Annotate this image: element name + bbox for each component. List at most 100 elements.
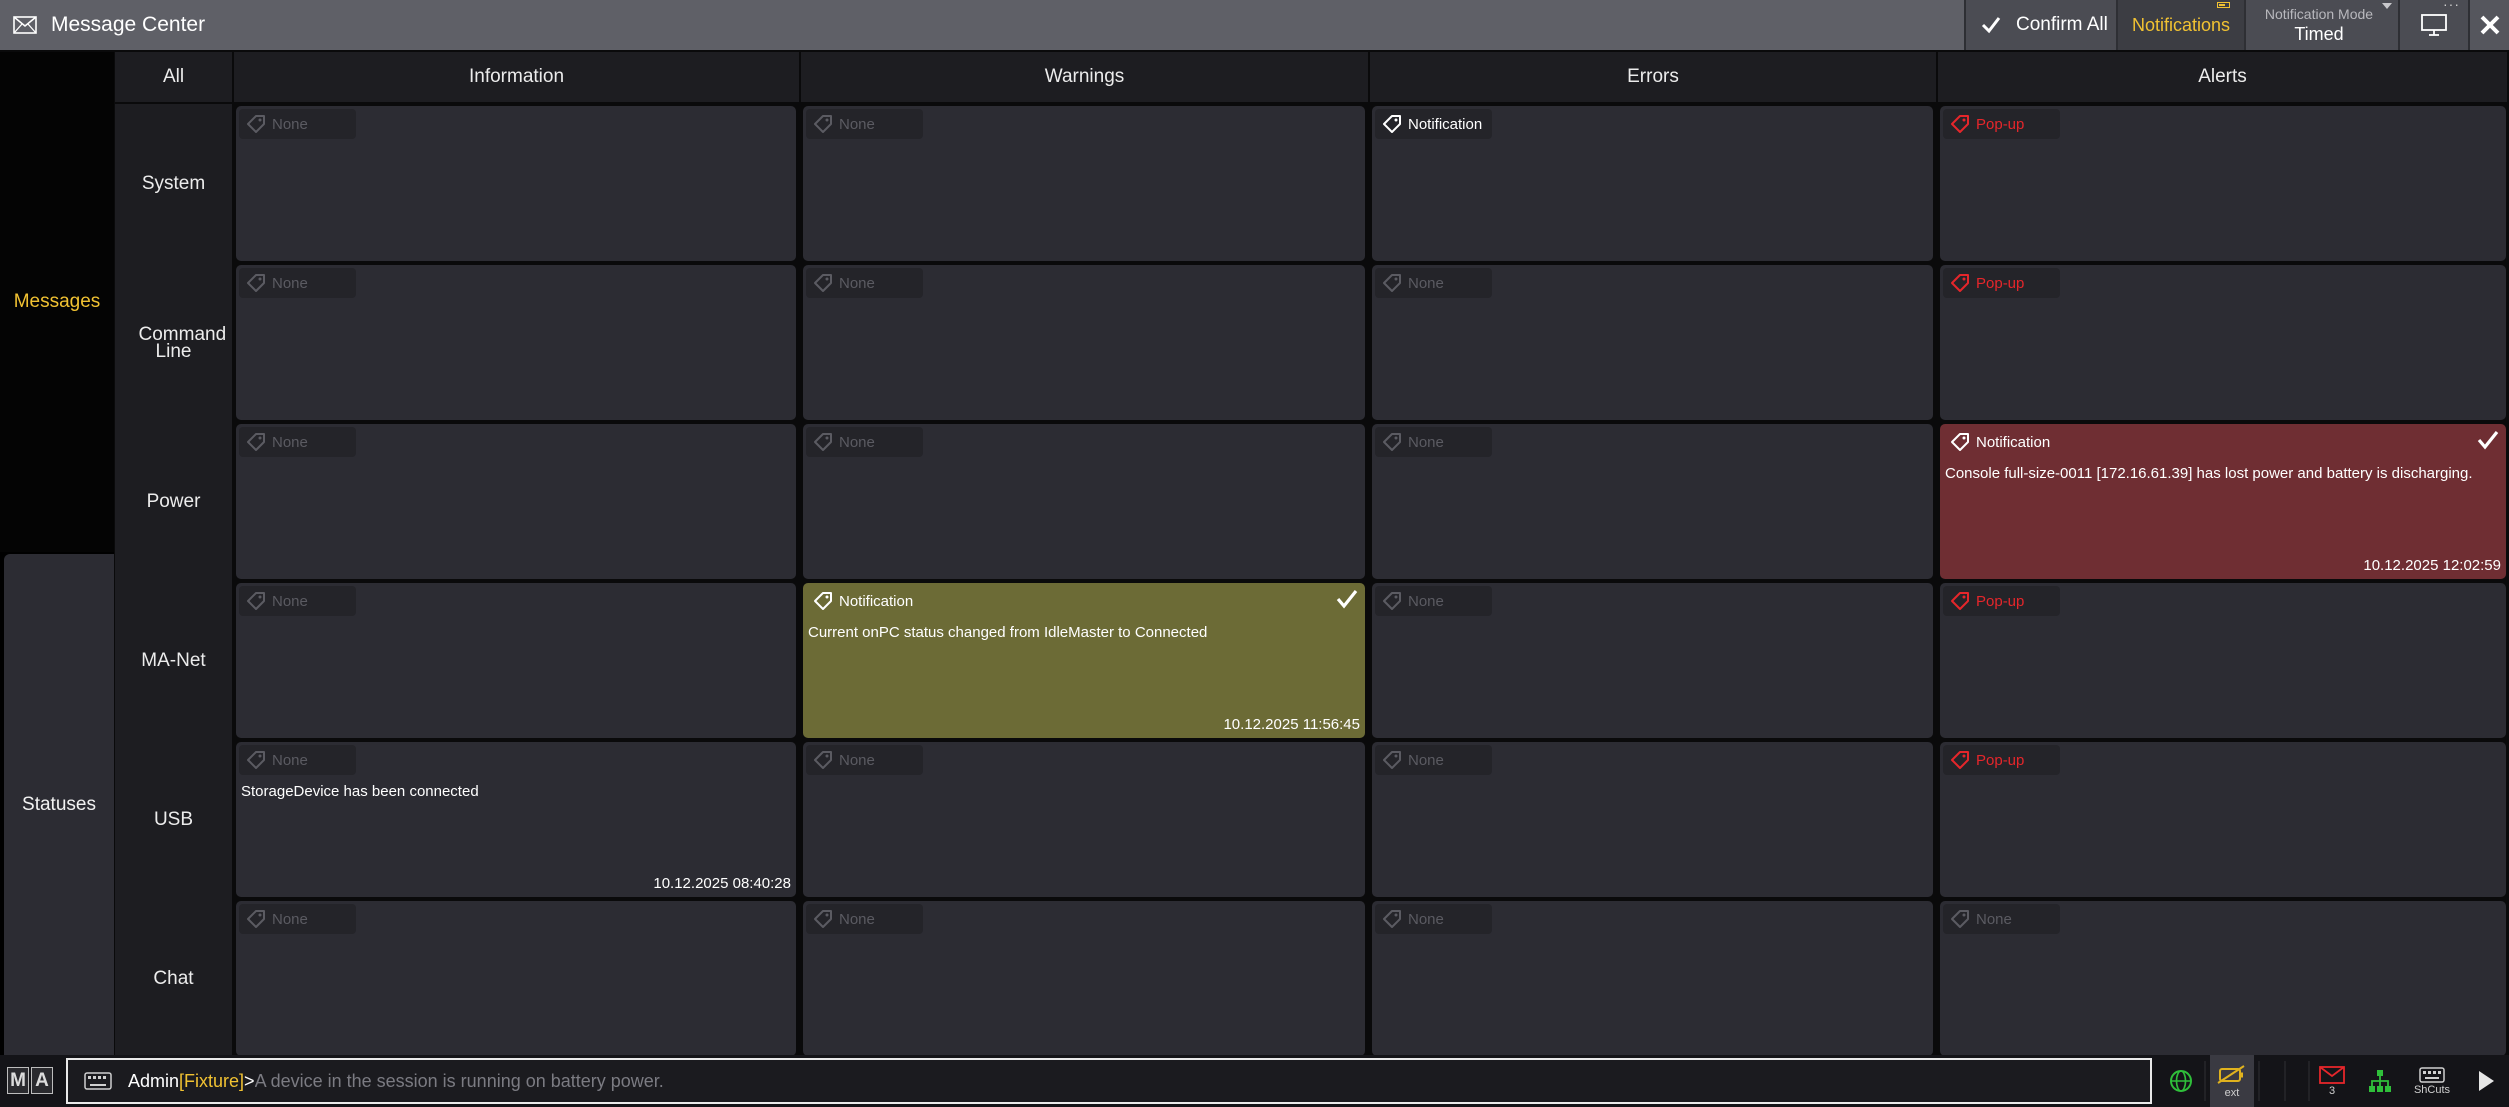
message-cell-warnings[interactable]: None xyxy=(803,106,1365,261)
message-cell-errors[interactable]: Notification xyxy=(1372,106,1933,261)
play-button[interactable] xyxy=(2466,1055,2506,1107)
notification-type-tag[interactable]: None xyxy=(806,745,923,775)
confirm-all-button[interactable]: Confirm All xyxy=(1964,0,2116,50)
notification-type-tag[interactable]: None xyxy=(239,268,356,298)
row-header-system[interactable]: System xyxy=(115,104,232,263)
tag-icon xyxy=(1383,274,1401,292)
message-cell-errors[interactable]: None xyxy=(1372,424,1933,579)
checkmark-icon[interactable] xyxy=(1335,587,1359,611)
network-tree-icon xyxy=(2369,1070,2391,1092)
message-cell-errors[interactable]: None xyxy=(1372,583,1933,738)
checkmark-icon[interactable] xyxy=(2476,428,2500,452)
row-header-command-line[interactable]: Command Line xyxy=(115,263,232,422)
message-cell-information[interactable]: None xyxy=(236,265,796,420)
globe-icon xyxy=(2170,1070,2192,1092)
message-grid: All Information Warnings Errors Alerts System… xyxy=(115,52,2509,1058)
message-cell-information[interactable]: None StorageDevice has been connected 10.1… xyxy=(236,742,796,897)
row-header-power[interactable]: Power xyxy=(115,422,232,581)
nav-statuses-tab[interactable]: Statuses xyxy=(4,554,114,1055)
battery-status-button[interactable]: ext xyxy=(2210,1055,2254,1107)
column-header-errors[interactable]: Errors xyxy=(1370,52,1938,102)
tag-icon xyxy=(1951,751,1969,769)
notification-type-label: None xyxy=(272,592,308,610)
message-cell-warnings[interactable]: None xyxy=(803,742,1365,897)
row-header-label: System xyxy=(141,173,206,194)
tag-icon xyxy=(247,751,265,769)
message-cell-alerts[interactable]: None xyxy=(1940,901,2506,1056)
message-cell-warnings[interactable]: Notification Current onPC status changed … xyxy=(803,583,1365,738)
message-cell-alerts[interactable]: Pop-up xyxy=(1940,742,2506,897)
message-cell-alerts[interactable]: Pop-up xyxy=(1940,583,2506,738)
notification-type-tag[interactable]: None xyxy=(1375,904,1492,934)
notification-type-label: Pop-up xyxy=(1976,115,2025,133)
network-status-button[interactable] xyxy=(2362,1055,2398,1107)
messages-status-button[interactable]: 3 xyxy=(2312,1055,2352,1107)
tag-icon xyxy=(814,433,832,451)
message-cell-warnings[interactable]: None xyxy=(803,424,1365,579)
message-cell-alerts[interactable]: Notification Console full-size-0011 [172.… xyxy=(1940,424,2506,579)
notification-type-label: None xyxy=(839,274,875,292)
notification-type-tag[interactable]: Pop-up xyxy=(1943,109,2060,139)
notification-type-tag[interactable]: None xyxy=(806,427,923,457)
notification-type-tag[interactable]: Pop-up xyxy=(1943,268,2060,298)
close-button[interactable] xyxy=(2468,0,2509,50)
notification-type-tag[interactable]: None xyxy=(1375,268,1492,298)
message-cell-information[interactable]: None xyxy=(236,583,796,738)
notification-type-tag[interactable]: None xyxy=(806,268,923,298)
window-title-area: Message Center xyxy=(0,0,205,50)
notification-type-tag[interactable]: None xyxy=(239,904,356,934)
notification-mode-select[interactable]: Notification Mode Timed xyxy=(2244,0,2398,50)
shortcuts-label: ShCuts xyxy=(2413,1083,2451,1096)
message-timestamp: 10.12.2025 08:40:28 xyxy=(653,875,791,892)
column-header-all[interactable]: All xyxy=(115,52,234,102)
notification-type-tag[interactable]: None xyxy=(1375,745,1492,775)
nav-messages-label: Messages xyxy=(13,291,101,312)
notification-type-tag[interactable]: None xyxy=(239,109,356,139)
message-cell-warnings[interactable]: None xyxy=(803,265,1365,420)
tag-icon xyxy=(814,115,832,133)
notification-type-label: None xyxy=(272,274,308,292)
notification-type-tag[interactable]: None xyxy=(239,427,356,457)
notification-type-label: Notification xyxy=(1976,433,2051,451)
notification-type-tag[interactable]: Notification xyxy=(1375,109,1492,139)
keyboard-icon[interactable] xyxy=(84,1072,112,1090)
notification-type-tag[interactable]: Pop-up xyxy=(1943,745,2060,775)
message-cell-errors[interactable]: None xyxy=(1372,901,1933,1056)
column-header-alerts[interactable]: Alerts xyxy=(1938,52,2509,102)
message-cell-alerts[interactable]: Pop-up xyxy=(1940,106,2506,261)
notification-type-tag[interactable]: None xyxy=(806,904,923,934)
row-header-label: Chat xyxy=(153,968,194,989)
tag-icon xyxy=(1383,433,1401,451)
ma-logo[interactable]: M A xyxy=(7,1067,53,1094)
notification-type-tag[interactable]: None xyxy=(1375,586,1492,616)
row-header-ma-net[interactable]: MA-Net xyxy=(115,581,232,740)
monitor-icon xyxy=(2421,14,2447,36)
message-cell-warnings[interactable]: None xyxy=(803,901,1365,1056)
message-cell-information[interactable]: None xyxy=(236,424,796,579)
notification-type-tag[interactable]: Notification xyxy=(806,586,923,616)
message-cell-errors[interactable]: None xyxy=(1372,742,1933,897)
row-header-chat[interactable]: Chat xyxy=(115,899,232,1058)
nav-messages-tab[interactable]: Messages xyxy=(0,52,114,552)
message-cell-errors[interactable]: None xyxy=(1372,265,1933,420)
command-input[interactable] xyxy=(254,1070,1755,1092)
notification-type-tag[interactable]: Notification xyxy=(1943,427,2060,457)
message-cell-alerts[interactable]: Pop-up xyxy=(1940,265,2506,420)
screen-select-button[interactable]: ··· xyxy=(2398,0,2468,50)
notification-type-label: None xyxy=(272,751,308,769)
message-cell-information[interactable]: None xyxy=(236,106,796,261)
column-header-information[interactable]: Information xyxy=(234,52,801,102)
notification-type-tag[interactable]: None xyxy=(1943,904,2060,934)
column-header-warnings[interactable]: Warnings xyxy=(801,52,1370,102)
row-header-usb[interactable]: USB xyxy=(115,740,232,899)
notification-type-tag[interactable]: None xyxy=(239,745,356,775)
message-cell-information[interactable]: None xyxy=(236,901,796,1056)
command-line[interactable]: Admin[Fixture]> xyxy=(66,1058,2152,1104)
shortcuts-button[interactable]: ShCuts xyxy=(2410,1055,2454,1107)
notification-type-tag[interactable]: Pop-up xyxy=(1943,586,2060,616)
notifications-button[interactable]: Notifications xyxy=(2116,0,2244,50)
notification-type-tag[interactable]: None xyxy=(239,586,356,616)
notification-type-tag[interactable]: None xyxy=(1375,427,1492,457)
notification-type-tag[interactable]: None xyxy=(806,109,923,139)
network-globe-button[interactable] xyxy=(2160,1055,2202,1107)
